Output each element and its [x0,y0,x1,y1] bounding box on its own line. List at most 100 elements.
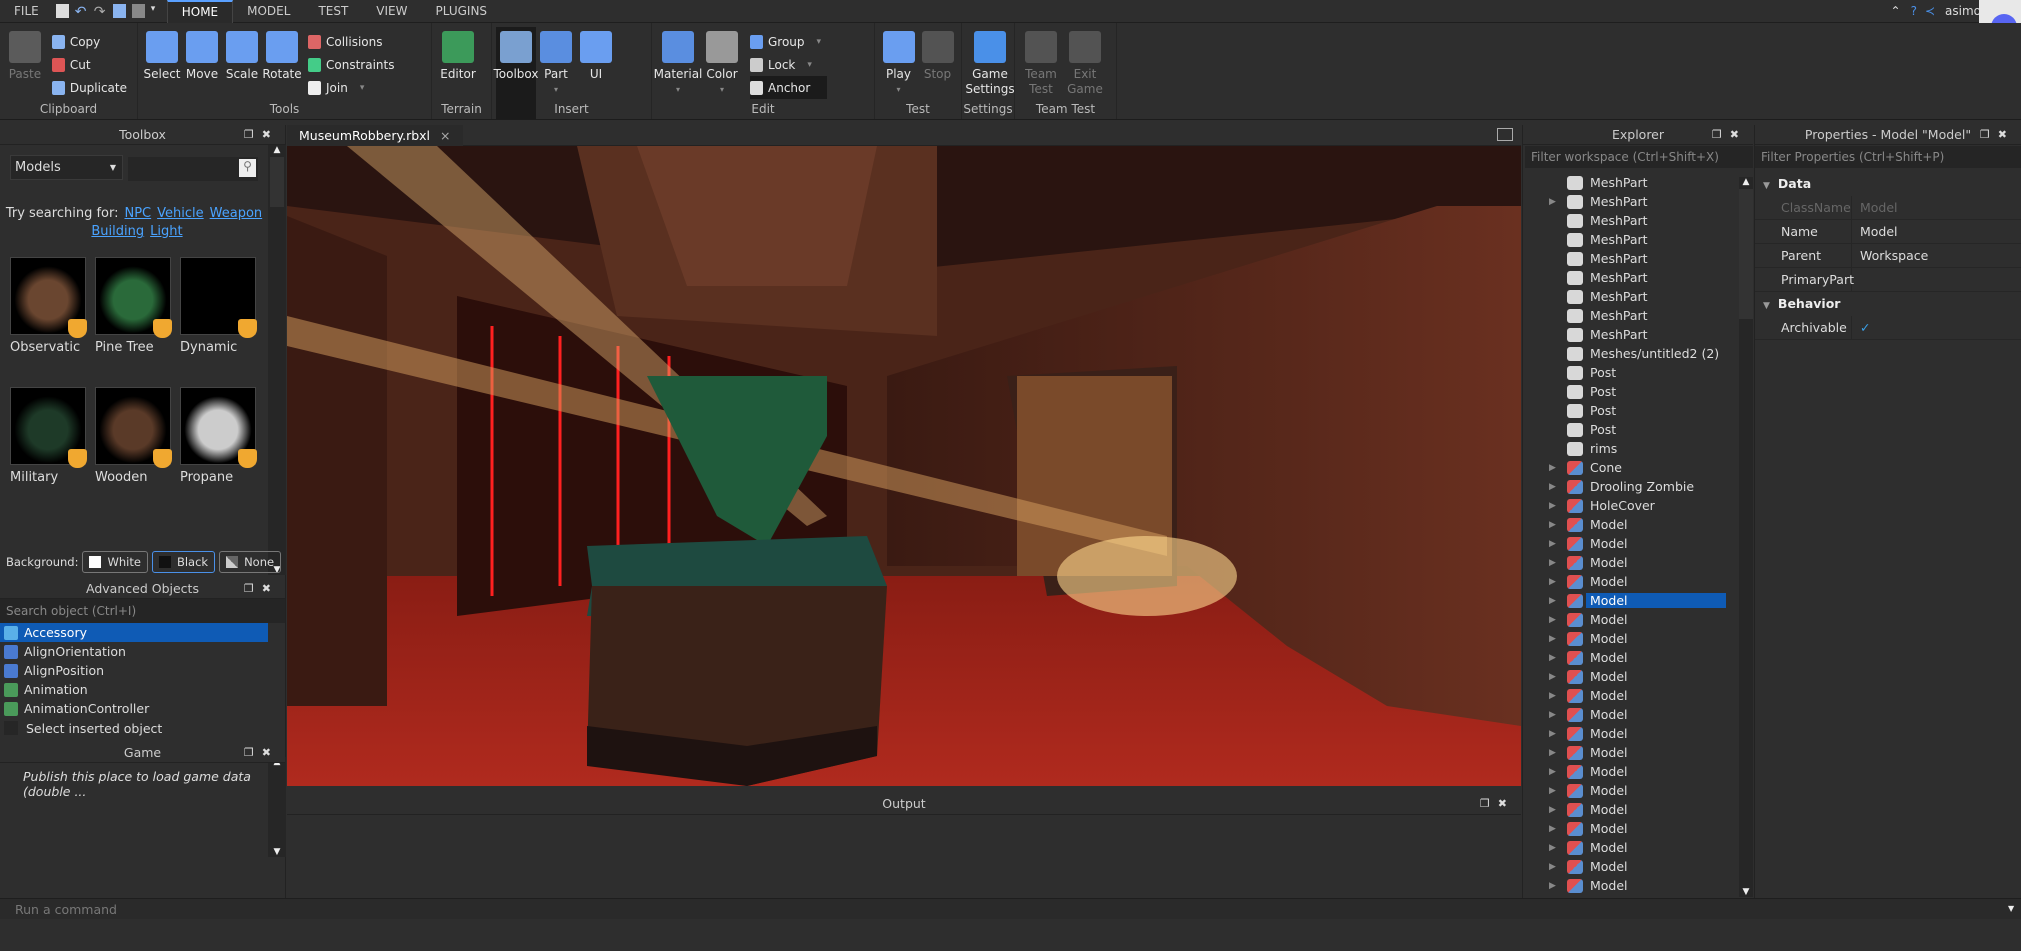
3d-viewport[interactable] [287,146,1521,786]
chevron-down-icon[interactable]: ▾ [676,82,680,97]
object-item-accessory[interactable]: Accessory [0,623,268,642]
object-list-scrollbar[interactable]: ▲▼ [268,757,286,857]
explorer-item[interactable]: ▶ Model [1523,686,1738,705]
explorer-item[interactable]: Post [1523,363,1738,382]
float-icon[interactable]: ❐ [244,582,262,595]
expand-arrow-icon[interactable]: ▶ [1549,748,1561,758]
explorer-item[interactable]: ▶ Model [1523,857,1738,876]
select-inserted-checkbox[interactable] [4,721,18,735]
expand-arrow-icon[interactable]: ▶ [1549,824,1561,834]
explorer-item[interactable]: ▶ Model [1523,515,1738,534]
select-inserted-option[interactable]: Select inserted object [0,717,285,739]
expand-arrow-icon[interactable]: ▶ [1549,767,1561,777]
expand-arrow-icon[interactable]: ▶ [1549,596,1561,606]
expand-arrow-icon[interactable]: ▶ [1549,520,1561,530]
share-icon[interactable]: ≺ [1925,4,1935,18]
expand-arrow-icon[interactable]: ▶ [1549,729,1561,739]
explorer-item[interactable]: ▶ Model [1523,553,1738,572]
suggestion-weapon[interactable]: Weapon [210,206,263,221]
expand-arrow-icon[interactable]: ▶ [1549,615,1561,625]
explorer-item[interactable]: ▶ Drooling Zombie [1523,477,1738,496]
explorer-item[interactable]: ▶ Model [1523,648,1738,667]
document-tab[interactable]: MuseumRobbery.rbxl × [287,125,463,146]
category-dropdown[interactable]: Models ▼ [10,155,123,180]
explorer-item[interactable]: MeshPart [1523,268,1738,287]
search-icon[interactable]: ⚲ [239,159,256,177]
collapse-ribbon-icon[interactable]: ⌃ [1891,4,1901,18]
close-tab-icon[interactable]: × [440,128,450,143]
property-row-parent[interactable]: Parent Workspace [1755,243,2021,268]
join-button[interactable]: Join ▾ [308,76,400,99]
close-icon[interactable]: ✖ [1730,128,1747,141]
expand-arrow-icon[interactable]: ▶ [1549,691,1561,701]
float-icon[interactable]: ❐ [1980,128,1998,141]
toggle-fullscreen-icon[interactable] [1497,128,1513,141]
undo-icon[interactable]: ↶ [75,4,88,20]
play-quick-icon[interactable] [112,4,126,18]
explorer-item[interactable]: ▶ Cone [1523,458,1738,477]
property-category-behavior[interactable]: ▼ Behavior [1755,292,2021,316]
property-category-data[interactable]: ▼ Data [1755,172,2021,196]
lock-button[interactable]: Lock ▾ [750,53,827,76]
explorer-item[interactable]: MeshPart [1523,230,1738,249]
chevron-down-icon[interactable]: ▾ [720,82,724,97]
explorer-item[interactable]: ▶ MeshPart [1523,192,1738,211]
explorer-item[interactable]: rims [1523,439,1738,458]
suggestion-npc[interactable]: NPC [124,206,151,221]
object-item-alignorientation[interactable]: AlignOrientation [0,642,268,661]
explorer-item[interactable]: ▶ Model [1523,724,1738,743]
object-item-alignposition[interactable]: AlignPosition [0,661,268,680]
toolbox-item[interactable]: Pine Tree [95,257,172,355]
background-none-button[interactable]: None [219,551,282,573]
property-value[interactable]: Workspace [1852,248,1928,263]
toolbox-scrollbar[interactable]: ▲ ▼ [268,145,286,575]
explorer-item[interactable]: Post [1523,420,1738,439]
float-icon[interactable]: ❐ [1712,128,1730,141]
expand-arrow-icon[interactable]: ▶ [1549,634,1561,644]
toolbox-search-input[interactable]: ⚲ [128,157,258,181]
explorer-item[interactable]: ▶ Model [1523,572,1738,591]
explorer-item[interactable]: ▶ Model [1523,534,1738,553]
chevron-down-icon[interactable]: ▾ [360,83,365,93]
expand-arrow-icon[interactable]: ▶ [1549,577,1561,587]
explorer-item[interactable]: ▶ Model [1523,800,1738,819]
chevron-down-icon[interactable]: ▾ [554,82,558,97]
expand-arrow-icon[interactable]: ▶ [1549,482,1561,492]
float-icon[interactable]: ❐ [244,746,262,759]
toolbox-item[interactable]: Observatic [10,257,87,355]
property-value[interactable]: Model [1852,224,1898,239]
suggestion-light[interactable]: Light [150,224,182,239]
background-black-button[interactable]: Black [151,551,216,573]
suggestion-building[interactable]: Building [91,224,144,239]
archivable-checkbox[interactable]: ✓ [1852,320,1870,335]
explorer-filter-input[interactable]: Filter workspace (Ctrl+Shift+X) [1525,146,1753,168]
explorer-item[interactable]: MeshPart [1523,173,1738,192]
explorer-item[interactable]: MeshPart [1523,306,1738,325]
toolbox-item[interactable]: Dynamic [180,257,257,355]
expand-arrow-icon[interactable]: ▶ [1549,463,1561,473]
expand-arrow-icon[interactable]: ▶ [1549,881,1561,891]
explorer-item[interactable]: Meshes/untitled2 (2) [1523,344,1738,363]
new-file-icon[interactable] [55,4,69,18]
expand-arrow-icon[interactable]: ▶ [1549,843,1561,853]
help-icon[interactable]: ? [1911,4,1917,18]
explorer-item[interactable]: Post [1523,382,1738,401]
tab-model[interactable]: MODEL [233,0,304,23]
collapse-triangle-icon[interactable]: ▼ [1763,301,1770,311]
float-icon[interactable]: ❐ [244,128,262,141]
close-icon[interactable]: ✖ [262,582,279,595]
toolbox-item[interactable]: Wooden [95,387,172,485]
expand-arrow-icon[interactable]: ▶ [1549,501,1561,511]
float-icon[interactable]: ❐ [1480,797,1498,810]
expand-arrow-icon[interactable]: ▶ [1549,672,1561,682]
chevron-down-icon[interactable]: ▾ [896,82,900,97]
anchor-button[interactable]: Anchor [750,76,828,99]
command-bar-input[interactable]: Run a command [0,898,2021,919]
toolbox-item[interactable]: Military [10,387,87,485]
explorer-item[interactable]: ▶ Model [1523,610,1738,629]
customize-quick-access-icon[interactable]: ▾ [151,4,164,18]
expand-arrow-icon[interactable]: ▶ [1549,710,1561,720]
object-search-input[interactable]: Search object (Ctrl+I) [0,599,285,623]
cut-button[interactable]: Cut [51,53,133,76]
expand-arrow-icon[interactable]: ▶ [1549,862,1561,872]
